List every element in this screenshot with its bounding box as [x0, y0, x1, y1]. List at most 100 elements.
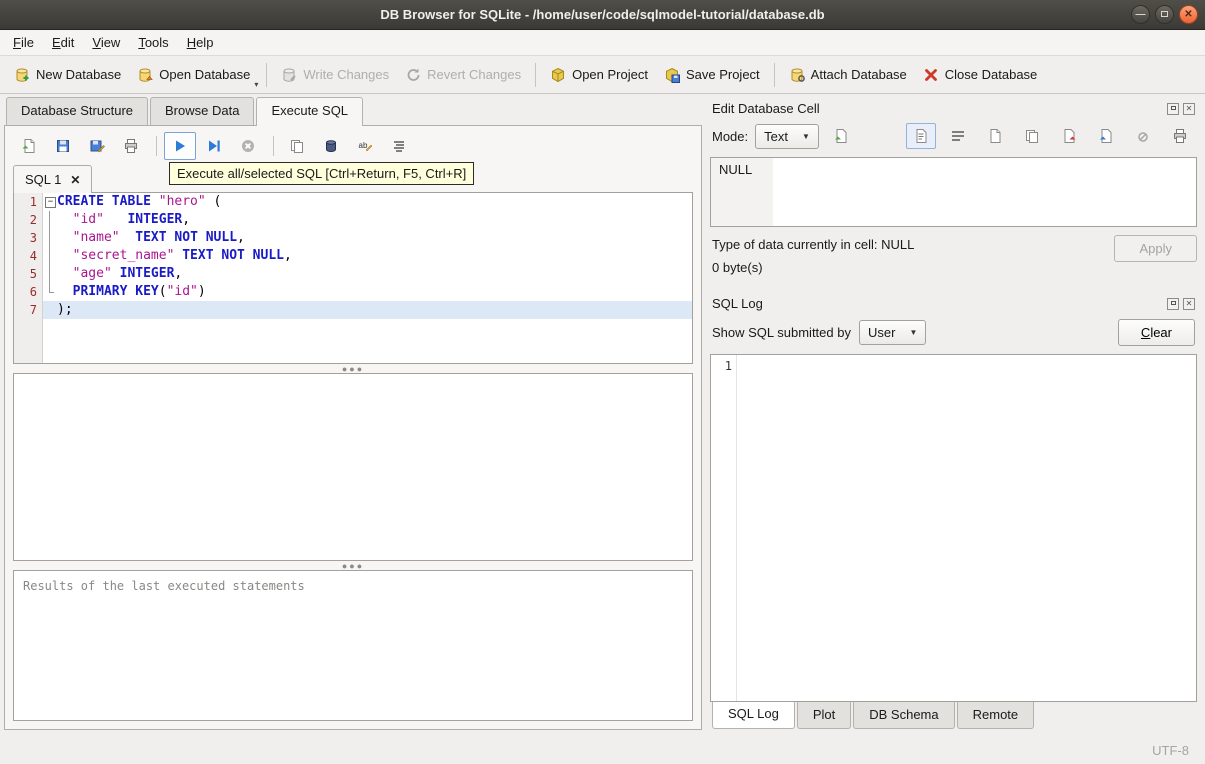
sql-log-title: SQL Log [712, 296, 763, 311]
execute-all-button[interactable] [164, 132, 196, 160]
tab-database-structure[interactable]: Database Structure [6, 97, 149, 125]
content: Database Structure Browse Data Execute S… [0, 94, 1205, 736]
sql-code-editor[interactable]: 1CREATE TABLE "hero" (2 "id" INTEGER,3 "… [13, 192, 693, 364]
edit-cell-header: Edit Database Cell ✕ [710, 94, 1197, 120]
open-database-button[interactable]: Open Database [129, 62, 258, 88]
editor-line[interactable]: 6 PRIMARY KEY("id") [14, 283, 692, 301]
line-number: 6 [29, 285, 37, 299]
fold-marker-icon[interactable] [43, 193, 57, 211]
window-title: DB Browser for SQLite - /home/user/code/… [380, 7, 825, 22]
mode-select[interactable]: Text ▼ [755, 123, 819, 149]
menu-view[interactable]: View [83, 30, 129, 55]
database-button[interactable] [315, 132, 347, 160]
fold-guide [43, 283, 57, 301]
tab-remote[interactable]: Remote [956, 702, 1035, 729]
splitter-handle[interactable]: ●●● [13, 364, 693, 374]
editor-line[interactable]: 5 "age" INTEGER, [14, 265, 692, 283]
editor-line[interactable]: 7); [14, 301, 692, 319]
titlebar[interactable]: DB Browser for SQLite - /home/user/code/… [0, 0, 1205, 30]
tab-plot[interactable]: Plot [796, 702, 852, 729]
minimize-icon[interactable]: ― [1131, 5, 1150, 24]
import-cell-button[interactable] [1054, 123, 1084, 149]
write-changes-button: Write Changes [273, 62, 397, 88]
save-sql-file-button[interactable] [47, 132, 79, 160]
find-replace-icon: ab [359, 141, 373, 152]
find-replace-button[interactable]: ab [349, 132, 381, 160]
sql-log-view[interactable]: 1 [710, 354, 1197, 702]
revert-changes-icon [407, 68, 420, 81]
code-text: "name" TEXT NOT NULL, [72, 230, 245, 245]
open-doc-icon [990, 129, 1001, 143]
sql-log-header: SQL Log ✕ [710, 289, 1197, 315]
sql-file-tab[interactable]: SQL 1 ✕ [13, 165, 93, 193]
tab-sql-log[interactable]: SQL Log [712, 701, 795, 729]
line-number: 3 [29, 231, 37, 245]
tab-browse-data[interactable]: Browse Data [150, 97, 255, 125]
close-dock-icon[interactable]: ✕ [1183, 102, 1195, 115]
copy-cell-button[interactable] [1017, 123, 1047, 149]
menu-file[interactable]: File [4, 30, 43, 55]
print-button[interactable] [115, 132, 147, 160]
float-dock-icon[interactable] [1167, 102, 1179, 115]
menu-help[interactable]: Help [178, 30, 223, 55]
line-number: 2 [29, 213, 37, 227]
result-grid[interactable] [13, 373, 693, 561]
save-sql-file-icon [57, 140, 69, 152]
new-database-button[interactable]: New Database [6, 62, 129, 88]
log-line-number: 1 [724, 359, 732, 373]
attach-database-icon [791, 68, 805, 82]
export-cell-button[interactable] [1091, 123, 1121, 149]
open-project-icon [552, 67, 565, 82]
editor-line[interactable]: 2 "id" INTEGER, [14, 211, 692, 229]
import-file-button[interactable] [826, 123, 856, 149]
close-tab-icon[interactable]: ✕ [70, 173, 80, 187]
word-wrap-button[interactable] [943, 123, 973, 149]
line-number: 1 [29, 195, 37, 209]
cell-value-editor[interactable]: NULL [710, 157, 1197, 227]
menu-tools[interactable]: Tools [129, 30, 177, 55]
cell-action-icons [906, 123, 1195, 149]
attach-database-button[interactable]: Attach Database [781, 62, 915, 88]
new-database-icon [16, 68, 29, 82]
fold-guide [43, 247, 57, 265]
copy-button[interactable] [281, 132, 313, 160]
execute-line-button[interactable] [198, 132, 230, 160]
import-cell-icon [1064, 129, 1076, 143]
save-sql-as-icon [90, 140, 105, 153]
close-dock-icon[interactable]: ✕ [1183, 297, 1195, 310]
format-button[interactable] [383, 132, 415, 160]
execute-line-icon [209, 140, 220, 152]
log-filter-select[interactable]: User ▼ [858, 320, 927, 345]
save-project-button[interactable]: Save Project [656, 62, 768, 88]
main-toolbar: New Database Open Database ▾ Write Chang… [0, 56, 1205, 94]
copy-cell-icon [1026, 130, 1038, 143]
tab-execute-sql[interactable]: Execute SQL [256, 97, 364, 126]
menu-edit[interactable]: Edit [43, 30, 83, 55]
fold-guide [43, 265, 57, 283]
editor-line[interactable]: 3 "name" TEXT NOT NULL, [14, 229, 692, 247]
close-icon[interactable]: ✕ [1179, 5, 1198, 24]
set-null-button[interactable] [1128, 123, 1158, 149]
menubar: File Edit View Tools Help [0, 30, 1205, 56]
maximize-icon[interactable] [1155, 5, 1174, 24]
splitter-handle[interactable]: ●●● [13, 561, 693, 571]
results-message-pane[interactable]: Results of the last executed statements [13, 570, 693, 721]
open-database-dropdown-icon[interactable]: ▾ [254, 80, 258, 89]
clear-log-button[interactable]: Clear [1117, 319, 1195, 346]
tab-db-schema[interactable]: DB Schema [853, 702, 955, 729]
close-database-button[interactable]: Close Database [915, 62, 1046, 88]
editor-line[interactable]: 1 CREATE TABLE "hero" ( [14, 193, 692, 211]
right-pane: Edit Database Cell ✕ Mode: Text ▼ NULL T… [706, 94, 1205, 736]
database-icon [326, 140, 336, 153]
dock-tab-bar: SQL Log Plot DB Schema Remote [710, 701, 1197, 736]
code-text: CREATE TABLE "hero" ( [57, 194, 222, 209]
open-doc-button[interactable] [980, 123, 1010, 149]
text-mode-button[interactable] [906, 123, 936, 149]
float-dock-icon[interactable] [1167, 297, 1179, 310]
export-cell-icon [1100, 129, 1112, 143]
open-sql-file-button[interactable] [13, 132, 45, 160]
open-project-button[interactable]: Open Project [542, 62, 656, 88]
print-cell-button[interactable] [1165, 123, 1195, 149]
editor-line[interactable]: 4 "secret_name" TEXT NOT NULL, [14, 247, 692, 265]
save-sql-as-button[interactable] [81, 132, 113, 160]
